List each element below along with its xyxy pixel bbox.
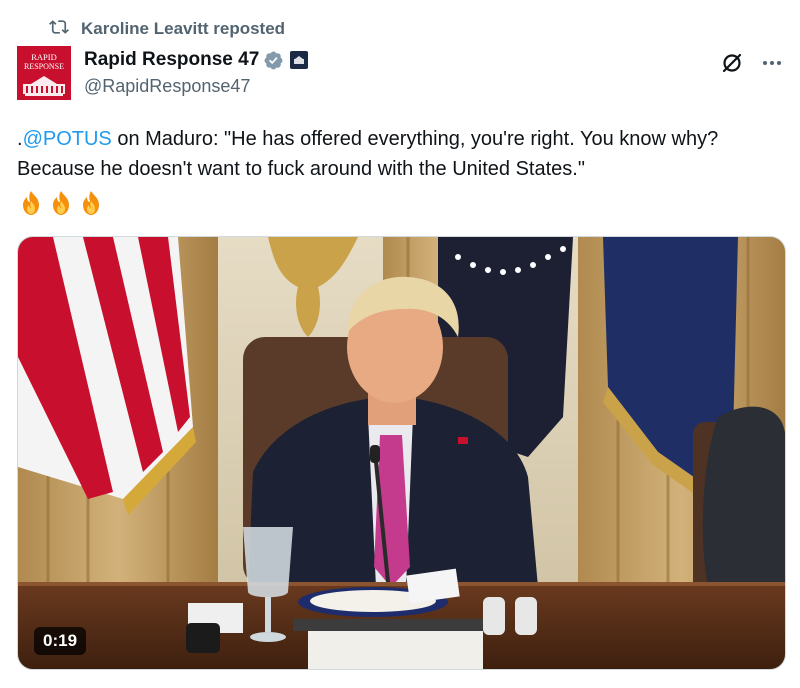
display-name[interactable]: Rapid Response 47 [84, 49, 259, 71]
tweet-text: .@POTUS on Maduro: "He has offered every… [17, 124, 787, 184]
mention-link[interactable]: @POTUS [23, 128, 112, 150]
avatar-text-1: RAPID [31, 52, 57, 62]
video-player[interactable]: 0:19 [17, 236, 786, 670]
avatar-text-2: RESPONSE [24, 62, 64, 71]
grok-button[interactable] [717, 48, 747, 78]
emoji-row [17, 189, 105, 219]
affiliate-badge-icon[interactable] [290, 51, 309, 69]
more-icon [763, 61, 781, 65]
repost-icon [49, 17, 81, 42]
author-name-row[interactable]: Rapid Response 47 [84, 48, 309, 72]
more-options-button[interactable] [757, 48, 787, 78]
fire-emoji [53, 191, 69, 215]
fire-emoji [23, 191, 39, 215]
grok-icon [722, 53, 742, 73]
author-handle[interactable]: @RapidResponse47 [84, 76, 250, 97]
avatar[interactable]: RAPID RESPONSE [17, 46, 71, 100]
video-frame [18, 237, 785, 669]
tweet-body: on Maduro: "He has offered everything, y… [17, 128, 719, 180]
repost-label: Karoline Leavitt reposted [81, 19, 286, 38]
video-duration: 0:19 [34, 627, 87, 655]
repost-indicator[interactable]: Karoline Leavitt reposted [49, 18, 285, 40]
verified-badge-icon[interactable] [263, 50, 284, 71]
fire-emoji [83, 191, 99, 215]
